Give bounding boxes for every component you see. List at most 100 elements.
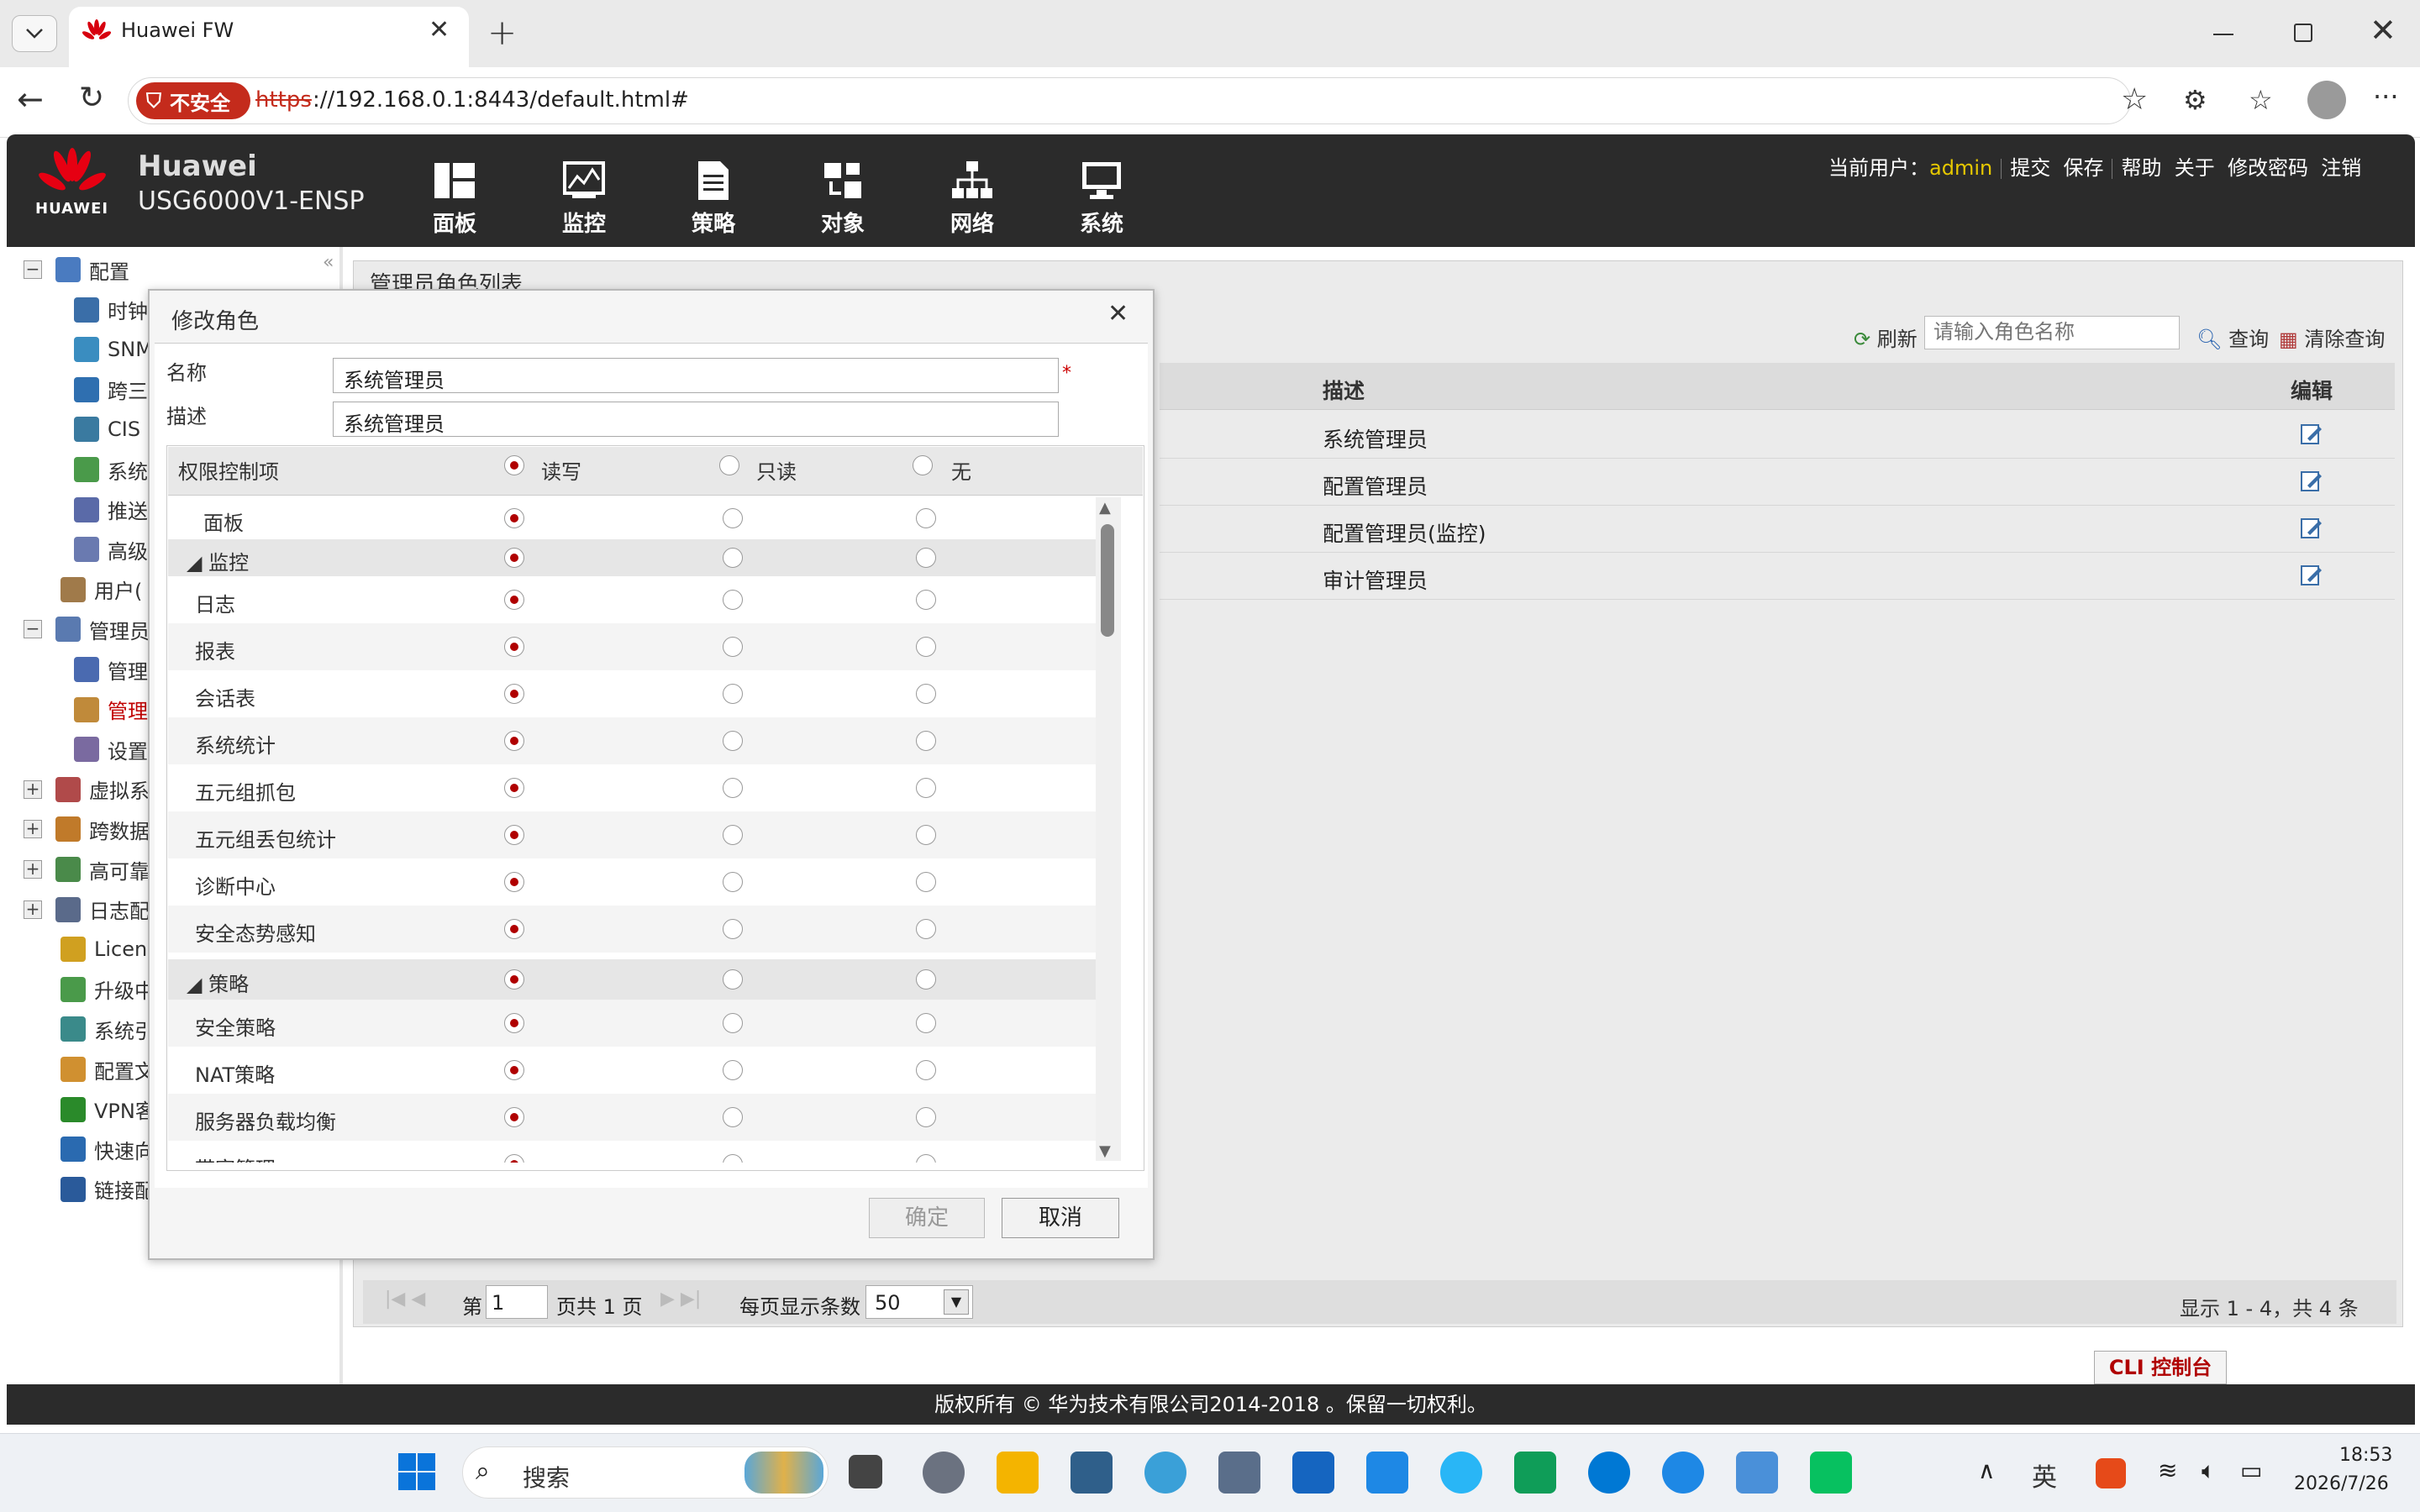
app-icon-5[interactable] xyxy=(1440,1452,1482,1494)
first-page-icon[interactable]: |◀ ◀ xyxy=(385,1289,425,1310)
cancel-button[interactable]: 取消 xyxy=(1002,1198,1119,1238)
window-minimize-icon[interactable] xyxy=(2213,34,2233,35)
all-readonly-radio[interactable] xyxy=(719,455,739,475)
edge-ai-icon[interactable] xyxy=(1662,1452,1704,1494)
battery-icon[interactable]: ▭ xyxy=(2240,1457,2262,1484)
save-link[interactable]: 保存 xyxy=(2063,156,2103,180)
window-close-icon[interactable]: ✕ xyxy=(2370,12,2396,49)
column-desc[interactable]: 描述 xyxy=(1323,375,1365,405)
edit-icon[interactable] xyxy=(2299,422,2324,447)
per-page-select[interactable]: 50 ▼ xyxy=(865,1285,973,1319)
readonly-radio[interactable] xyxy=(723,590,743,610)
change-password-link[interactable]: 修改密码 xyxy=(2228,156,2308,180)
readwrite-radio[interactable] xyxy=(504,684,524,704)
sidebar-item[interactable]: SNM xyxy=(74,337,153,363)
sidebar-item[interactable]: 系统 xyxy=(74,457,148,484)
collapse-sidebar-icon[interactable]: « xyxy=(323,252,334,273)
readwrite-radio[interactable] xyxy=(504,872,524,892)
nav-monitor[interactable]: 监控 xyxy=(538,160,630,244)
none-radio[interactable] xyxy=(916,731,936,751)
none-radio[interactable] xyxy=(916,778,936,798)
readonly-radio[interactable] xyxy=(723,778,743,798)
none-radio[interactable] xyxy=(916,508,936,528)
none-radio[interactable] xyxy=(916,684,936,704)
scroll-up-icon[interactable]: ▲ xyxy=(1099,499,1111,517)
readwrite-radio[interactable] xyxy=(504,548,524,568)
all-none-radio[interactable] xyxy=(913,455,933,475)
readonly-radio[interactable] xyxy=(723,825,743,845)
readwrite-radio[interactable] xyxy=(504,919,524,939)
readwrite-radio[interactable] xyxy=(504,969,524,990)
role-desc-input[interactable]: 系统管理员 xyxy=(333,402,1059,437)
role-name-input[interactable]: 系统管理员 xyxy=(333,358,1059,393)
sidebar-item[interactable]: − 配置 xyxy=(24,257,129,284)
app-icon-2[interactable] xyxy=(1144,1452,1186,1494)
sidebar-item[interactable]: 时钟 xyxy=(74,297,148,323)
edit-icon[interactable] xyxy=(2299,469,2324,494)
app-icon-1[interactable] xyxy=(1071,1452,1113,1494)
readonly-radio[interactable] xyxy=(723,548,743,568)
tab-close-icon[interactable]: ✕ xyxy=(429,15,450,45)
readonly-radio[interactable] xyxy=(723,684,743,704)
readonly-radio[interactable] xyxy=(723,731,743,751)
windows-start-icon[interactable] xyxy=(397,1452,437,1492)
readwrite-radio[interactable] xyxy=(504,1060,524,1080)
nav-system[interactable]: 系统 xyxy=(1055,160,1148,244)
favorite-star-icon[interactable]: ☆ xyxy=(2121,82,2148,117)
readonly-radio[interactable] xyxy=(723,508,743,528)
clear-query-button[interactable]: ▦ 清除查询 xyxy=(2279,323,2385,352)
readwrite-radio[interactable] xyxy=(504,508,524,528)
clock-time[interactable]: 18:53 xyxy=(2339,1445,2392,1466)
readwrite-radio[interactable] xyxy=(504,1154,524,1163)
ime-indicator[interactable]: 英 xyxy=(2032,1457,2057,1494)
virtualbox-icon[interactable] xyxy=(1218,1452,1260,1494)
wechat-icon[interactable] xyxy=(1810,1452,1852,1494)
readonly-radio[interactable] xyxy=(723,1060,743,1080)
readwrite-radio[interactable] xyxy=(504,778,524,798)
dialog-close-icon[interactable]: ✕ xyxy=(1107,299,1128,328)
readonly-radio[interactable] xyxy=(723,872,743,892)
readonly-radio[interactable] xyxy=(723,969,743,990)
ok-button[interactable]: 确定 xyxy=(869,1198,985,1238)
sogou-ime-icon[interactable] xyxy=(2096,1458,2126,1488)
none-radio[interactable] xyxy=(916,872,936,892)
edge-browser-icon[interactable] xyxy=(1588,1452,1630,1494)
logout-link[interactable]: 注销 xyxy=(2321,156,2361,180)
table-row[interactable]: 系统管理员 xyxy=(1160,412,2395,459)
search-highlight-image[interactable] xyxy=(744,1452,823,1494)
nav-network[interactable]: 网络 xyxy=(926,160,1018,244)
wifi-icon[interactable]: ≋ xyxy=(2158,1457,2177,1484)
file-explorer-icon[interactable] xyxy=(997,1452,1039,1494)
query-button[interactable]: 🔍︎ 查询 xyxy=(2196,323,2269,352)
tray-chevron-up-icon[interactable]: ∧ xyxy=(1978,1457,1996,1484)
sidebar-item[interactable]: 跨三 xyxy=(74,376,148,403)
none-radio[interactable] xyxy=(916,590,936,610)
readonly-radio[interactable] xyxy=(723,1154,743,1163)
readwrite-radio[interactable] xyxy=(504,825,524,845)
nav-object[interactable]: 对象 xyxy=(797,160,889,244)
clock-date[interactable]: 2026/7/26 xyxy=(2294,1473,2389,1494)
none-radio[interactable] xyxy=(916,1154,936,1163)
none-radio[interactable] xyxy=(916,1060,936,1080)
nav-policy[interactable]: 策略 xyxy=(667,160,760,244)
tab-list-button[interactable] xyxy=(12,15,57,52)
readwrite-radio[interactable] xyxy=(504,1107,524,1127)
readwrite-radio[interactable] xyxy=(504,1013,524,1033)
task-view-icon[interactable] xyxy=(849,1455,882,1488)
window-restore-icon[interactable] xyxy=(2294,24,2312,42)
app-icon-6[interactable] xyxy=(1514,1452,1556,1494)
next-page-icon[interactable]: ▶ ▶| xyxy=(660,1289,701,1310)
none-radio[interactable] xyxy=(916,548,936,568)
collapse-icon[interactable]: − xyxy=(24,260,42,279)
sidebar-item[interactable]: CIS xyxy=(74,417,140,443)
settings-icon[interactable] xyxy=(923,1452,965,1494)
nav-dashboard[interactable]: 面板 xyxy=(408,160,501,244)
app-icon-7[interactable] xyxy=(1736,1452,1778,1494)
about-link[interactable]: 关于 xyxy=(2175,156,2215,180)
readwrite-radio[interactable] xyxy=(504,590,524,610)
page-number-input[interactable]: 1 xyxy=(486,1285,548,1319)
role-search-input[interactable] xyxy=(1924,316,2180,349)
speaker-muted-icon[interactable]: 🔈︎ xyxy=(2202,1457,2216,1485)
cli-console-button[interactable]: CLI 控制台 xyxy=(2094,1351,2227,1384)
refresh-button[interactable]: ⟳ 刷新 xyxy=(1854,323,1918,352)
